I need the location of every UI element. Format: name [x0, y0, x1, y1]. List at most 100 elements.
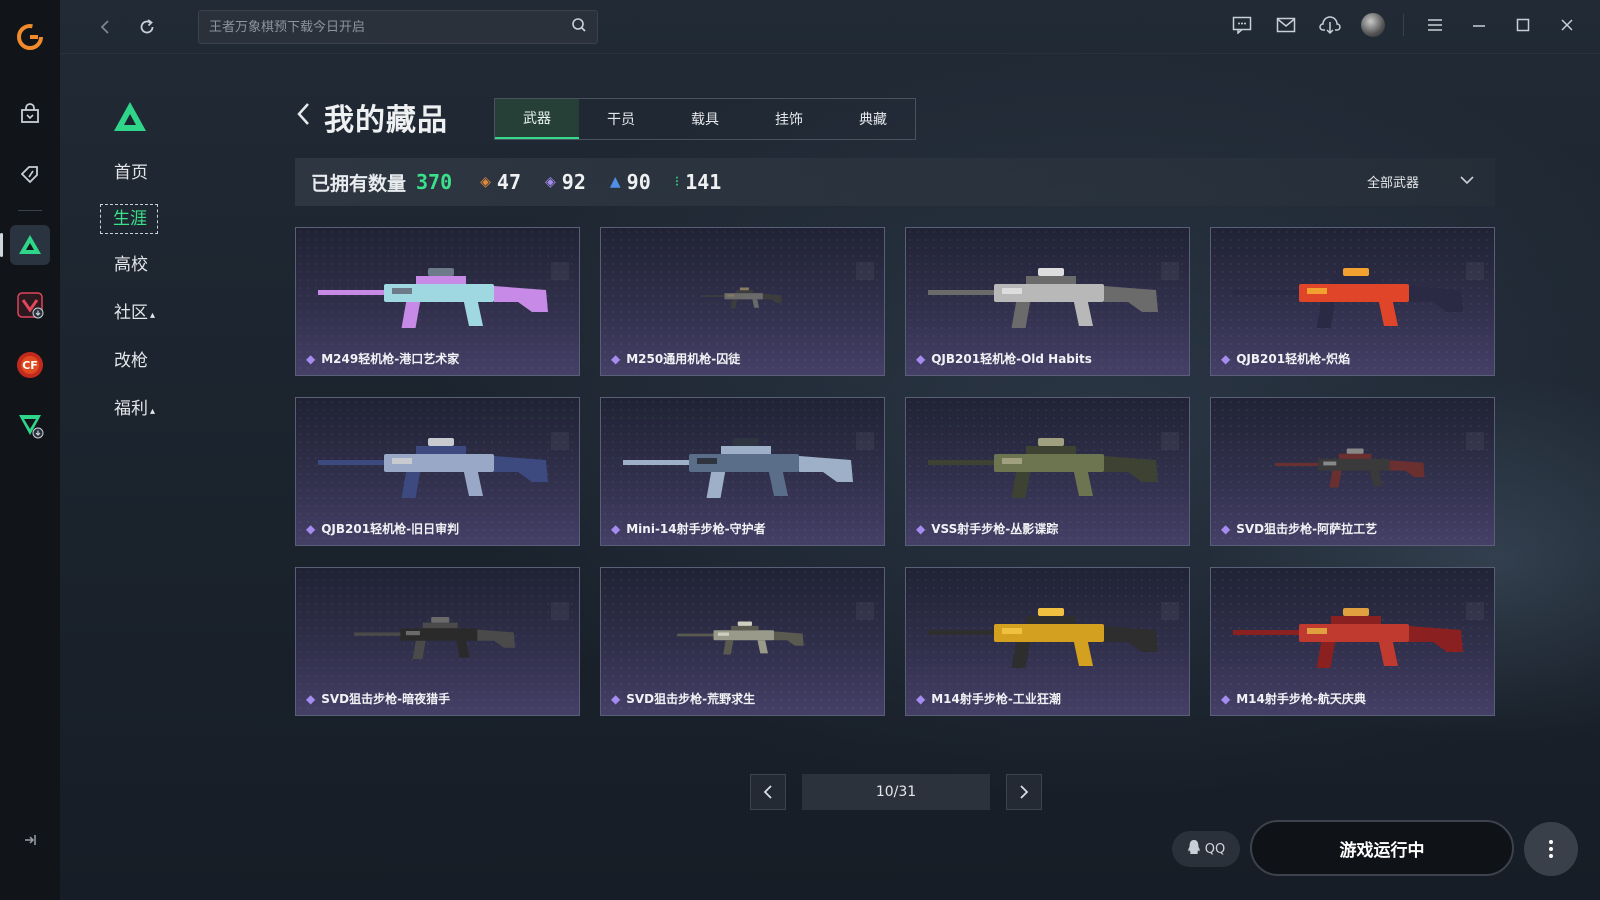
owned-count-value: 370 [416, 170, 453, 194]
weapon-caption: ◆ QJB201轻机枪-炽焰 [1221, 350, 1350, 367]
weapon-caption: ◆ SVD狙击步枪-暗夜猎手 [306, 690, 450, 707]
rarity-stat-blue: ▲ 90 [610, 170, 651, 194]
weapon-caption: ◆ SVD狙击步枪-阿萨拉工艺 [1221, 520, 1377, 537]
game-valorant-mobile-icon[interactable] [10, 405, 50, 445]
chevron-up-icon: ▴ [150, 310, 156, 321]
game-delta-icon[interactable] [0, 225, 50, 265]
stats-bar: 已拥有数量 370 ◈ 47 ◈ 92 ▲ 90 ⁝ 141 全部武器 [295, 158, 1495, 206]
filter-label: 全部武器 [1366, 176, 1419, 191]
weapon-filter-dropdown[interactable]: 全部武器 [1367, 172, 1475, 191]
dots-icon: ⁝ [674, 174, 680, 190]
app-rail: CF [0, 0, 60, 900]
svg-text:CF: CF [22, 359, 38, 372]
rarity-count: 141 [685, 170, 722, 194]
weapon-card[interactable]: ◆ M249轻机枪-港口艺术家 [295, 227, 580, 376]
chevron-up-icon: ▴ [150, 406, 156, 417]
weapon-card[interactable]: ◆ VSS射手步枪-丛影谍踪 [905, 397, 1190, 546]
weapon-caption: ◆ QJB201轻机枪-旧日审判 [306, 520, 459, 537]
maximize-icon[interactable] [1510, 12, 1536, 38]
rarity-diamond-icon: ◆ [916, 521, 926, 536]
weapon-card[interactable]: ◆ M14射手步枪-工业狂潮 [905, 567, 1190, 716]
owned-count-label: 已拥有数量 [311, 172, 407, 195]
qq-penguin-icon [1187, 839, 1201, 859]
download-icon[interactable] [1317, 12, 1343, 38]
delta-logo-icon [112, 100, 148, 134]
rarity-diamond-icon: ◆ [611, 351, 621, 366]
weapon-image [928, 438, 1158, 498]
tab-weapons[interactable]: 武器 [495, 99, 579, 139]
rarity-diamond-icon: ◆ [611, 521, 621, 536]
weapon-card[interactable]: ◆ QJB201轻机枪-Old Habits [905, 227, 1190, 376]
weapon-name: Mini-14射手步枪-守护者 [626, 522, 766, 536]
chevron-down-icon [1459, 174, 1475, 189]
tab-operators[interactable]: 干员 [579, 99, 663, 139]
sidebar-item-gunsmith[interactable]: 改枪 [100, 344, 160, 378]
sidebar-item-label: 改枪 [114, 351, 148, 371]
weapon-card[interactable]: ◆ SVD狙击步枪-暗夜猎手 [295, 567, 580, 716]
rarity-diamond-icon: ◆ [306, 691, 316, 706]
next-page-button[interactable] [1006, 774, 1042, 810]
weapon-name: M249轻机枪-港口艺术家 [321, 352, 460, 366]
rarity-count: 47 [496, 170, 522, 194]
back-arrow-icon[interactable] [90, 12, 120, 42]
rarity-stat-green: ⁝ 141 [675, 170, 722, 194]
rarity-diamond-icon: ◆ [611, 691, 621, 706]
avatar[interactable] [1361, 13, 1385, 37]
rarity-diamond-icon: ◆ [1221, 521, 1231, 536]
search-icon[interactable] [571, 17, 587, 37]
refresh-icon[interactable] [132, 12, 162, 42]
search-input[interactable] [209, 19, 571, 35]
weapon-name: QJB201轻机枪-Old Habits [931, 352, 1092, 366]
rarity-stat-purple: ◈ 92 [545, 170, 586, 194]
top-bar [60, 0, 1600, 54]
weapon-image [701, 287, 782, 309]
sidebar-item-community[interactable]: 社区 ▴ [100, 296, 160, 330]
sidebar-item-campus[interactable]: 高校 [100, 248, 160, 282]
weapon-caption: ◆ M14射手步枪-航天庆典 [1221, 690, 1366, 707]
weapon-card[interactable]: ◆ M14射手步枪-航天庆典 [1210, 567, 1495, 716]
prev-page-button[interactable] [750, 774, 786, 810]
weapon-card[interactable]: ◆ QJB201轻机枪-炽焰 [1210, 227, 1495, 376]
message-icon[interactable] [1229, 12, 1255, 38]
weapon-card[interactable]: ◆ M250通用机枪-囚徒 [600, 227, 885, 376]
weapon-image [1233, 268, 1463, 328]
back-chevron-icon[interactable] [296, 101, 312, 134]
weapon-image [928, 608, 1158, 668]
qq-button[interactable]: QQ [1172, 831, 1240, 867]
collapse-sidebar-icon[interactable] [10, 820, 50, 860]
rarity-diamond-icon: ◆ [306, 351, 316, 366]
sidebar-item-label: 福利 [114, 399, 148, 419]
weapon-card[interactable]: ◆ QJB201轻机枪-旧日审判 [295, 397, 580, 546]
chevron-rank-icon: ▲ [609, 174, 621, 190]
close-icon[interactable] [1554, 12, 1580, 38]
rail-divider [18, 210, 42, 211]
tab-charms[interactable]: 挂饰 [747, 99, 831, 139]
game-crossfire-icon[interactable]: CF [10, 345, 50, 385]
weapon-name: M250通用机枪-囚徒 [626, 352, 741, 366]
tab-collection[interactable]: 典藏 [831, 99, 915, 139]
minimize-icon[interactable] [1466, 12, 1492, 38]
mail-icon[interactable] [1273, 12, 1299, 38]
store-icon[interactable] [10, 94, 50, 134]
qq-label: QQ [1204, 841, 1226, 857]
menu-icon[interactable] [1422, 12, 1448, 38]
rarity-diamond-icon: ◆ [1221, 691, 1231, 706]
sidebar-item-home[interactable]: 首页 [100, 156, 160, 190]
weapon-card[interactable]: ◆ SVD狙击步枪-荒野求生 [600, 567, 885, 716]
game-running-button[interactable]: 游戏运行中 [1250, 820, 1514, 876]
weapon-card[interactable]: ◆ SVD狙击步枪-阿萨拉工艺 [1210, 397, 1495, 546]
weapon-image [1233, 608, 1463, 668]
rarity-count: 90 [626, 170, 651, 194]
tag-icon[interactable] [10, 154, 50, 194]
sidebar-item-career[interactable]: 生涯 [100, 204, 158, 234]
weapon-card[interactable]: ◆ Mini-14射手步枪-守护者 [600, 397, 885, 546]
sidebar-item-label: 首页 [114, 163, 148, 183]
rarity-stat-orange: ◈ 47 [480, 170, 521, 194]
weapon-name: SVD狙击步枪-暗夜猎手 [321, 692, 451, 706]
more-options-button[interactable] [1524, 822, 1578, 876]
weapon-name: QJB201轻机枪-炽焰 [1236, 352, 1351, 366]
sidebar-item-welfare[interactable]: 福利 ▴ [100, 392, 160, 426]
tab-vehicles[interactable]: 载具 [663, 99, 747, 139]
search-box [198, 10, 598, 44]
game-valorant-icon[interactable] [10, 285, 50, 325]
